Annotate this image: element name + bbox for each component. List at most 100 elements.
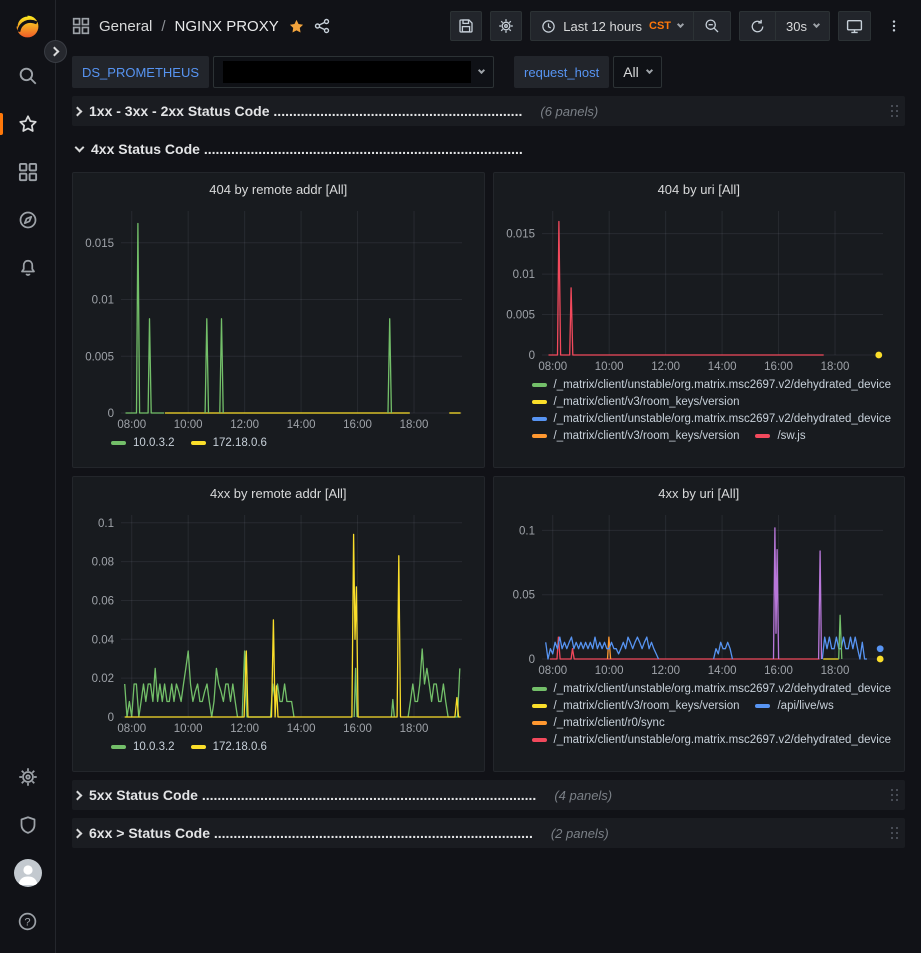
legend-label: /_matrix/client/unstable/org.matrix.msc2… [554,683,892,695]
sidebar-expand-button[interactable] [44,40,67,63]
legend-item[interactable]: /_matrix/client/v3/room_keys/version [532,700,740,712]
legend-item[interactable]: /sw.js [755,430,805,442]
time-series-plot[interactable]: 08:0010:0012:0014:0016:0018:0000.0050.01… [502,203,897,375]
time-series-plot[interactable]: 08:0010:0012:0014:0016:0018:0000.050.1 [502,507,897,679]
row-drag-handle[interactable] [890,104,899,118]
dashboard-row-1xx-3xx-2xx[interactable]: 1xx - 3xx - 2xx Status Code ............… [72,96,905,126]
time-picker-group: Last 12 hours CST [530,11,731,41]
help-icon: ? [17,911,38,932]
legend-label: 172.18.0.6 [213,741,267,753]
series-line [548,222,823,356]
legend-swatch [755,704,770,708]
request-host-select[interactable]: All [613,56,662,88]
dashboard-settings-button[interactable] [490,11,522,41]
x-tick-label: 10:00 [594,361,623,373]
y-tick-label: 0.005 [85,351,114,363]
breadcrumb-section[interactable]: General [99,18,152,35]
legend-swatch [111,441,126,445]
series-line [388,319,391,413]
more-options-button[interactable] [879,11,909,41]
chevron-down-icon [813,21,820,28]
dashboard-row-5xx[interactable]: 5xx Status Code ........................… [72,780,905,810]
favorite-star-icon[interactable] [288,18,305,35]
row-title: 4xx Status Code ........................… [91,141,523,157]
panel-title[interactable]: 4xx by remote addr [All] [81,483,476,507]
panel-title[interactable]: 404 by remote addr [All] [81,179,476,203]
dashboard-title[interactable]: NGINX PROXY [175,18,279,35]
legend-swatch [532,434,547,438]
panel-legend: /_matrix/client/unstable/org.matrix.msc2… [502,679,897,765]
legend-item[interactable]: /_matrix/client/unstable/org.matrix.msc2… [532,379,892,391]
sidebar: ? [0,0,56,953]
legend-swatch [191,745,206,749]
sidebar-item-server-admin[interactable] [0,801,55,849]
legend-label: 10.0.3.2 [133,741,175,753]
legend-item[interactable]: /_matrix/client/unstable/org.matrix.msc2… [532,734,892,746]
series-line [354,668,357,717]
share-icon[interactable] [314,18,330,34]
dashboard-row-4xx[interactable]: 4xx Status Code ........................… [72,134,905,164]
y-tick-label: 0.1 [519,525,535,537]
x-tick-label: 10:00 [594,665,623,677]
legend-item[interactable]: /_matrix/client/unstable/org.matrix.msc2… [532,683,892,695]
variable-label-request-host[interactable]: request_host [514,56,609,88]
time-series-plot[interactable]: 08:0010:0012:0014:0016:0018:0000.020.040… [81,507,476,737]
legend-item[interactable]: /_matrix/client/v3/room_keys/version [532,396,740,408]
refresh-interval-button[interactable]: 30s [775,12,829,40]
legend-item[interactable]: /_matrix/client/r0/sync [532,717,665,729]
legend-item[interactable]: 172.18.0.6 [191,741,267,753]
time-range-button[interactable]: Last 12 hours CST [531,12,693,40]
panel-legend: 10.0.3.2 172.18.0.6 [81,737,476,765]
legend-item[interactable]: /_matrix/client/unstable/org.matrix.msc2… [532,413,892,425]
legend-swatch [532,721,547,725]
save-dashboard-button[interactable] [450,11,482,41]
user-avatar[interactable] [0,849,55,897]
chevron-down-icon [646,67,653,74]
legend-label: /_matrix/client/unstable/org.matrix.msc2… [554,413,892,425]
variable-label-ds-prometheus[interactable]: DS_PROMETHEUS [72,56,209,88]
sidebar-item-starred[interactable] [0,100,55,148]
sidebar-item-help[interactable]: ? [0,897,55,945]
explore-compass-icon [18,210,38,230]
chevron-right-icon [73,790,83,800]
datasource-select[interactable] [213,56,494,88]
sidebar-item-dashboards[interactable] [0,148,55,196]
row-drag-handle[interactable] [890,826,899,840]
panel-title[interactable]: 4xx by uri [All] [502,483,897,507]
series-line [838,615,841,659]
dashboard-toolbar: Last 12 hours CST [450,11,909,41]
cycle-view-mode-button[interactable] [838,11,871,41]
zoom-out-button[interactable] [693,12,730,40]
series-point [876,645,883,652]
panel-4xx-by-remote-addr: 4xx by remote addr [All] 08:0010:0012:00… [72,476,485,772]
panel-title[interactable]: 404 by uri [All] [502,179,897,203]
dashboard-row-6xx[interactable]: 6xx > Status Code ......................… [72,818,905,848]
dashboard-grid-icon [72,17,90,35]
y-tick-label: 0.01 [92,295,114,307]
magnifier-minus-icon [704,18,720,34]
row-drag-handle[interactable] [890,788,899,802]
variables-submenu: DS_PROMETHEUS request_host All [56,52,921,92]
shield-icon [18,815,38,835]
series-line [220,319,223,413]
save-icon [458,18,474,34]
x-tick-label: 18:00 [820,665,849,677]
refresh-group: 30s [739,11,830,41]
y-tick-label: 0 [528,350,534,362]
panel-404-by-uri: 404 by uri [All] 08:0010:0012:0014:0016:… [493,172,906,468]
chart-svg: 08:0010:0012:0014:0016:0018:0000.020.040… [81,507,476,737]
legend-swatch [111,745,126,749]
legend-item[interactable]: /_matrix/client/v3/room_keys/version [532,430,740,442]
x-tick-label: 18:00 [820,361,849,373]
time-range-label: Last 12 hours [563,19,642,34]
sidebar-item-explore[interactable] [0,196,55,244]
sidebar-item-alerting[interactable] [0,244,55,292]
sidebar-item-configuration[interactable] [0,753,55,801]
legend-item[interactable]: 172.18.0.6 [191,437,267,449]
time-series-plot[interactable]: 08:0010:0012:0014:0016:0018:0000.0050.01… [81,203,476,433]
x-tick-label: 16:00 [764,665,793,677]
refresh-button[interactable] [740,12,775,40]
legend-item[interactable]: 10.0.3.2 [111,741,175,753]
legend-item[interactable]: 10.0.3.2 [111,437,175,449]
legend-item[interactable]: /api/live/ws [755,700,833,712]
